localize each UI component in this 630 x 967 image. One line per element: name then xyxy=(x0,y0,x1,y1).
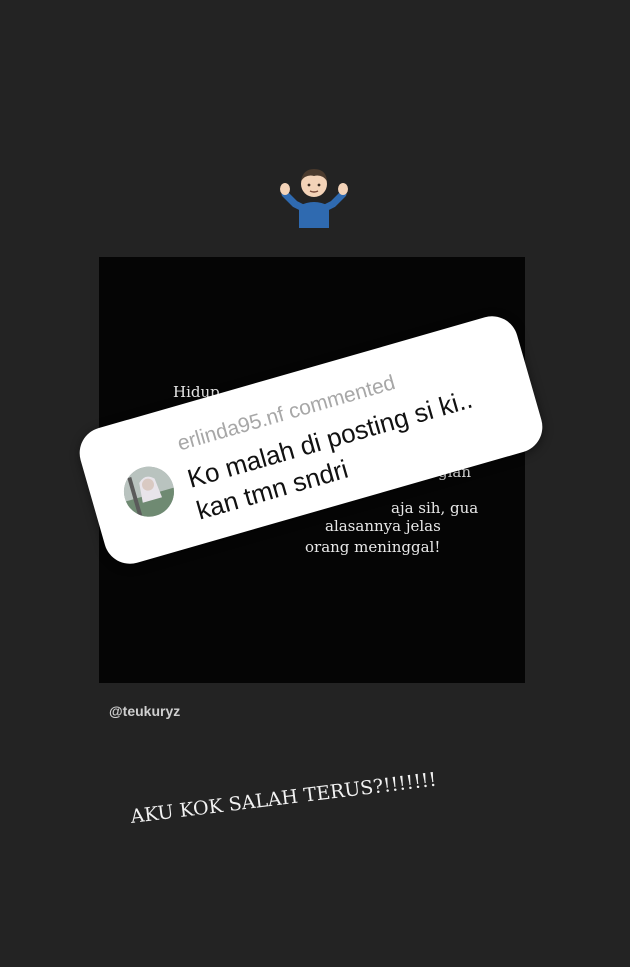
story-canvas: Hidup sel gian aja sih, gua alasannya je… xyxy=(0,0,630,967)
story-caption: AKU KOK SALAH TERUS?!!!!!!! xyxy=(129,768,438,828)
avatar[interactable] xyxy=(118,460,180,523)
person-shrugging-icon xyxy=(280,169,348,228)
avatar-photo xyxy=(118,460,180,523)
post-text-line: alasannya jelas xyxy=(325,517,441,535)
post-text-line: aja sih, gua xyxy=(391,499,479,517)
mention-handle[interactable]: @teukuryz xyxy=(109,703,180,719)
post-text-line: orang meninggal! xyxy=(305,538,441,556)
